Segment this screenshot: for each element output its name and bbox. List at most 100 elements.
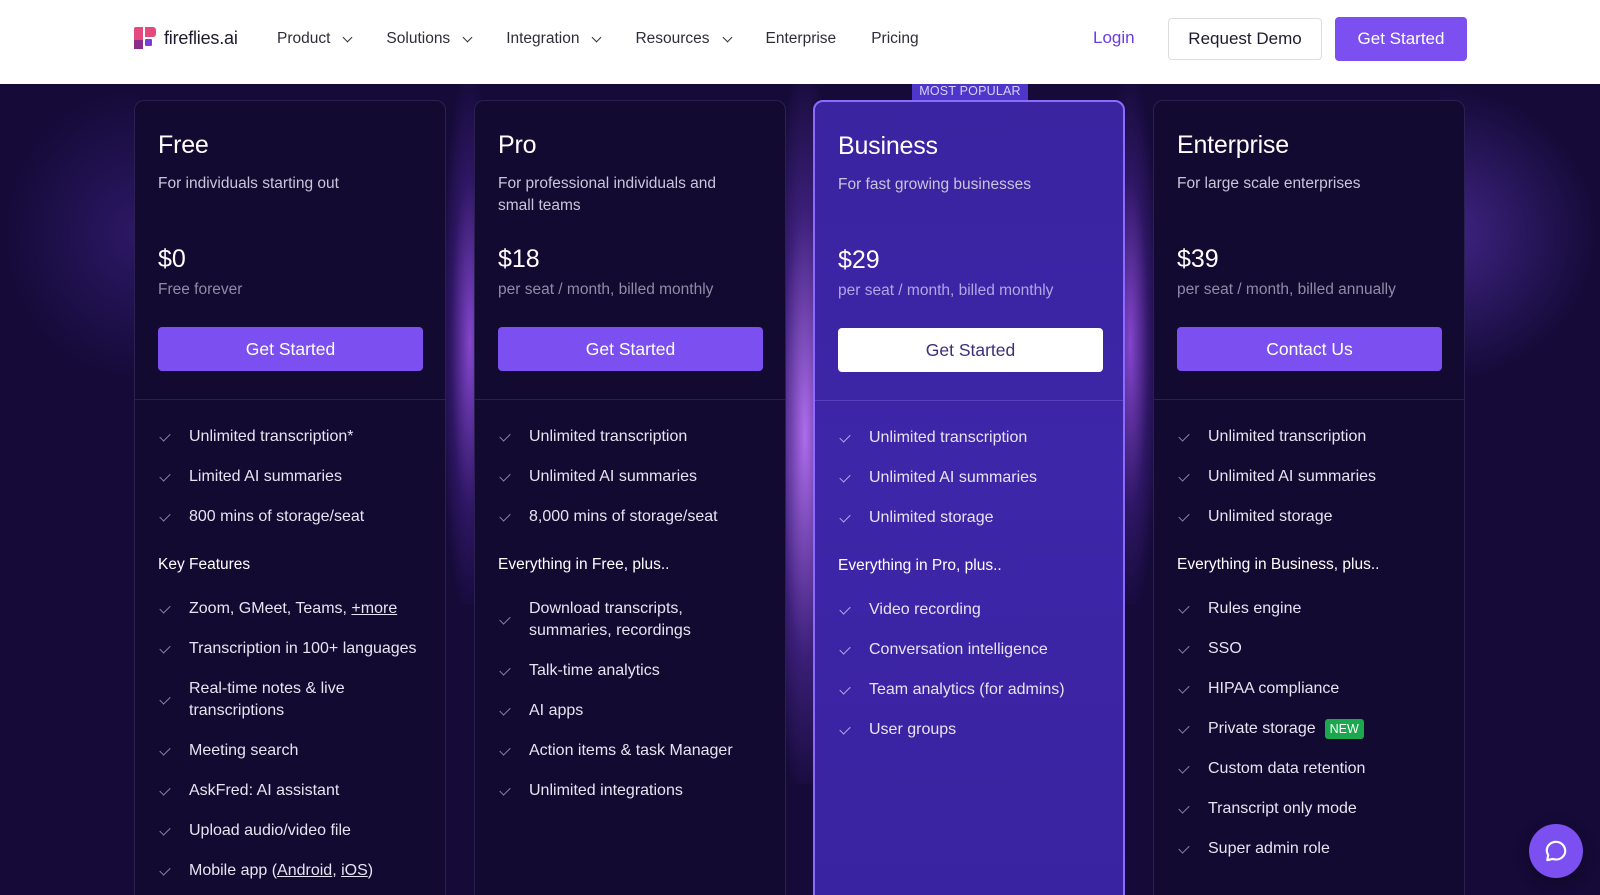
feature-text: Transcription in 100+ languages — [189, 640, 417, 657]
plan-period: Free forever — [158, 281, 243, 298]
feature-text: AskFred: AI assistant — [189, 782, 340, 799]
feature-item: Unlimited AI summaries — [498, 466, 762, 488]
menu-item-enterprise[interactable]: Enterprise — [766, 30, 837, 48]
feature-text: Unlimited transcription* — [189, 428, 354, 445]
plan-price: $39 — [1177, 245, 1219, 273]
plan-price: $29 — [838, 246, 880, 274]
menu-item-label: Resources — [635, 30, 710, 47]
feature-text: Mobile app (Android, iOS) — [189, 860, 373, 882]
menu-item-product[interactable]: Product — [277, 30, 353, 48]
check-icon — [1178, 841, 1190, 854]
chevron-down-icon — [722, 32, 732, 42]
check-icon — [499, 663, 511, 676]
feature-text: Unlimited AI summaries — [529, 468, 698, 485]
check-icon — [159, 469, 171, 482]
plan-card-pro: Pro For professional individuals and sma… — [474, 100, 786, 895]
check-icon — [499, 743, 511, 756]
feature-text: Limited AI summaries — [189, 468, 342, 485]
feature-item: HIPAA compliance — [1177, 678, 1441, 700]
check-icon — [839, 602, 851, 615]
plan-header: Enterprise For large scale enterprises $… — [1154, 101, 1464, 399]
feature-text: Custom data retention — [1208, 760, 1366, 777]
feature-item: Unlimited transcription — [498, 426, 762, 448]
check-icon — [499, 783, 511, 796]
feature-item: Video recording — [838, 599, 1100, 621]
feature-item: Transcription in 100+ languages — [158, 638, 422, 660]
plan-title: Free — [158, 131, 209, 159]
new-badge: NEW — [1324, 718, 1364, 739]
brand-logo[interactable]: fireflies.ai — [134, 27, 238, 49]
feature-item: Meeting search — [158, 740, 422, 762]
plan-subtitle: For professional individuals and small t… — [498, 175, 716, 214]
free-get-started-button[interactable]: Get Started — [158, 327, 423, 371]
enterprise-contact-us-button[interactable]: Contact Us — [1177, 327, 1442, 371]
plan-header: Business For fast growing businesses $29… — [815, 102, 1123, 400]
feature-text: Unlimited transcription — [529, 428, 688, 445]
feature-item: Custom data retention — [1177, 758, 1441, 780]
check-icon — [159, 641, 171, 654]
main-menu: Product Solutions Integration Resources … — [277, 0, 954, 78]
more-integrations-link[interactable]: +more — [351, 600, 397, 617]
check-icon — [839, 510, 851, 523]
ios-link[interactable]: iOS — [341, 862, 368, 879]
check-icon — [1178, 509, 1190, 522]
check-icon — [839, 722, 851, 735]
section-title: Everything in Business, plus.. — [1177, 556, 1380, 573]
check-icon — [839, 430, 851, 443]
check-icon — [1178, 681, 1190, 694]
feature-text: Unlimited AI summaries — [1208, 468, 1377, 485]
feature-text-prefix: Mobile app ( — [189, 862, 278, 879]
plan-features: Unlimited transcription Unlimited AI sum… — [475, 400, 785, 802]
check-icon — [159, 601, 171, 614]
plan-price: $18 — [498, 245, 540, 273]
check-icon — [1178, 801, 1190, 814]
menu-item-integration[interactable]: Integration — [506, 30, 602, 48]
plan-card-enterprise: Enterprise For large scale enterprises $… — [1153, 100, 1465, 895]
feature-text: SSO — [1208, 640, 1242, 657]
feature-item: Unlimited transcription — [1177, 426, 1441, 448]
plan-price: $0 — [158, 245, 186, 273]
menu-item-resources[interactable]: Resources — [635, 30, 732, 48]
feature-item: Zoom, GMeet, Teams, +more — [158, 598, 422, 620]
plan-features: Unlimited transcription Unlimited AI sum… — [1154, 400, 1464, 860]
feature-text: Download transcripts, summaries, recordi… — [529, 600, 691, 639]
menu-item-label: Product — [277, 30, 331, 47]
check-icon — [499, 429, 511, 442]
chat-widget-button[interactable] — [1529, 824, 1583, 878]
check-icon — [159, 743, 171, 756]
menu-item-label: Enterprise — [765, 30, 837, 47]
feature-text: Team analytics (for admins) — [869, 681, 1065, 698]
login-link[interactable]: Login — [1093, 28, 1135, 48]
feature-text: Unlimited integrations — [529, 782, 683, 799]
feature-item: Team analytics (for admins) — [838, 679, 1100, 701]
menu-item-pricing[interactable]: Pricing — [871, 30, 918, 48]
plan-header: Free For individuals starting out $0 Fre… — [135, 101, 445, 399]
feature-item: Private storage NEW — [1177, 718, 1441, 740]
feature-text: Video recording — [869, 601, 981, 618]
feature-text-separator: , — [332, 862, 342, 879]
check-icon — [499, 469, 511, 482]
check-icon — [1178, 601, 1190, 614]
menu-item-label: Integration — [506, 30, 580, 47]
request-demo-button[interactable]: Request Demo — [1168, 18, 1322, 60]
feature-text: AI apps — [529, 702, 584, 719]
feature-item: AskFred: AI assistant — [158, 780, 422, 802]
menu-item-solutions[interactable]: Solutions — [386, 30, 473, 48]
feature-text: Action items & task Manager — [529, 742, 733, 759]
feature-text: Unlimited storage — [869, 509, 994, 526]
pro-get-started-button[interactable]: Get Started — [498, 327, 763, 371]
nav-get-started-button[interactable]: Get Started — [1335, 17, 1467, 61]
check-icon — [499, 703, 511, 716]
feature-text: Unlimited AI summaries — [869, 469, 1038, 486]
android-link[interactable]: Android — [277, 862, 332, 879]
menu-item-label: Pricing — [871, 30, 919, 47]
chevron-down-icon — [342, 32, 353, 42]
plan-features: Unlimited transcription* Limited AI summ… — [135, 400, 445, 882]
feature-text-suffix: ) — [367, 862, 374, 879]
plan-period: per seat / month, billed monthly — [498, 281, 714, 298]
feature-text: Unlimited transcription — [1208, 428, 1367, 445]
check-icon — [499, 612, 511, 625]
feature-text: Upload audio/video file — [189, 822, 351, 839]
business-get-started-button[interactable]: Get Started — [838, 328, 1103, 372]
feature-text-label: Private storage — [1208, 720, 1316, 737]
